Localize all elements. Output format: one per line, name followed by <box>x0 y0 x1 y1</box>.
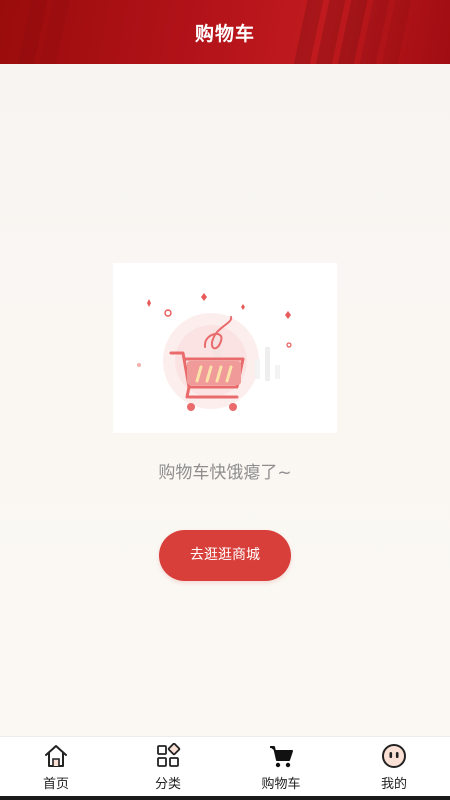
empty-cart-message: 购物车快饿瘪了~ <box>158 463 292 483</box>
empty-cart-icon <box>137 293 292 411</box>
profile-icon <box>381 743 407 769</box>
go-shopping-button[interactable]: 去逛逛商城 <box>159 530 291 581</box>
bottom-edge-bar <box>0 796 450 800</box>
main-content: 购物车快饿瘪了~ 去逛逛商城 <box>0 64 450 736</box>
home-icon <box>43 743 69 769</box>
top-header: 购物车 <box>0 0 450 64</box>
tab-cart-label: 购物车 <box>261 777 301 792</box>
page-title: 购物车 <box>194 23 255 45</box>
tab-profile[interactable]: 我的 <box>338 737 450 797</box>
tab-category[interactable]: 分类 <box>112 737 224 797</box>
tab-home[interactable]: 首页 <box>0 737 112 797</box>
empty-cart-illustration <box>113 263 337 433</box>
tab-cart[interactable]: 购物车 <box>225 737 337 797</box>
bottom-tabbar: 首页 分类 购物车 我的 <box>0 736 450 800</box>
tab-profile-label: 我的 <box>380 777 407 792</box>
category-icon <box>155 742 181 769</box>
tab-category-label: 分类 <box>154 777 181 792</box>
tab-home-label: 首页 <box>42 777 69 792</box>
cart-icon <box>268 743 294 769</box>
